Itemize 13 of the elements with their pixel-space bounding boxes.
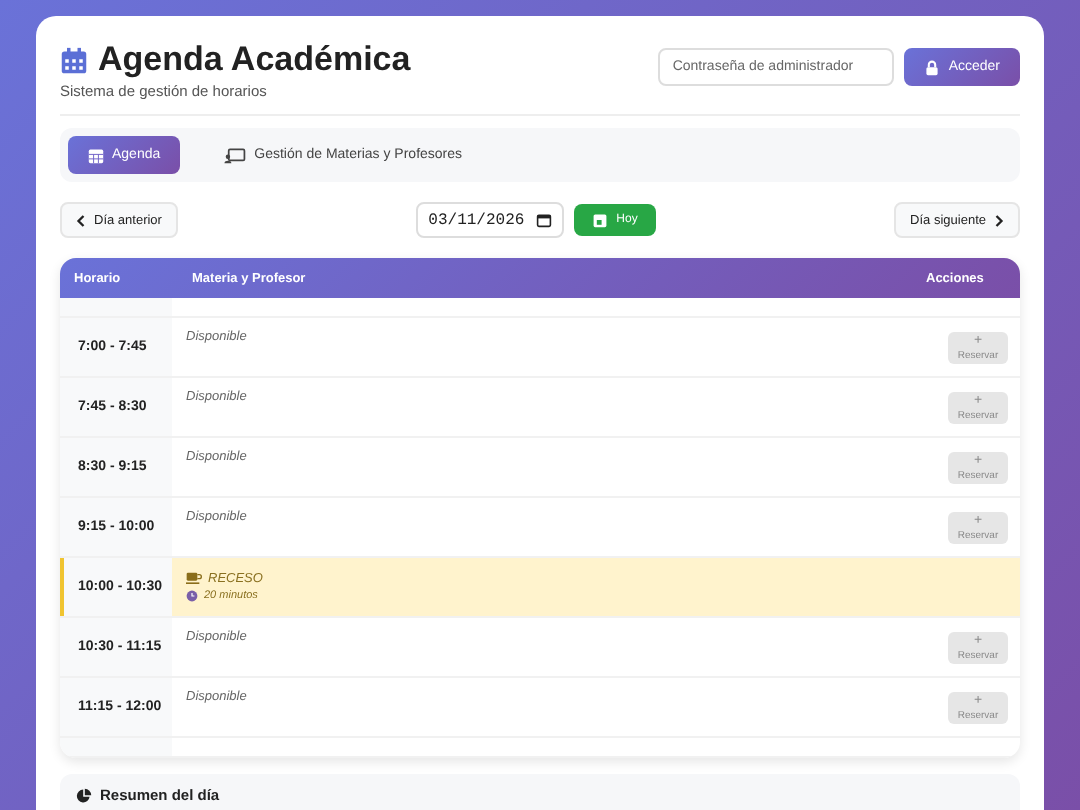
app-title: Agenda Académica — [98, 40, 411, 80]
chevron-left-icon — [76, 213, 86, 227]
calendar-icon — [60, 45, 88, 75]
calendar-icon — [88, 147, 104, 163]
clock-icon — [186, 590, 198, 602]
pie-chart-icon — [76, 787, 92, 803]
coffee-cup-icon — [186, 570, 202, 586]
date-field[interactable]: 03/11/2026 — [416, 202, 565, 238]
calendar-icon — [592, 212, 609, 228]
lock-icon — [924, 59, 941, 75]
chevron-right-icon — [994, 213, 1004, 227]
person-screen-icon — [224, 147, 247, 163]
calendar-icon — [536, 212, 553, 228]
